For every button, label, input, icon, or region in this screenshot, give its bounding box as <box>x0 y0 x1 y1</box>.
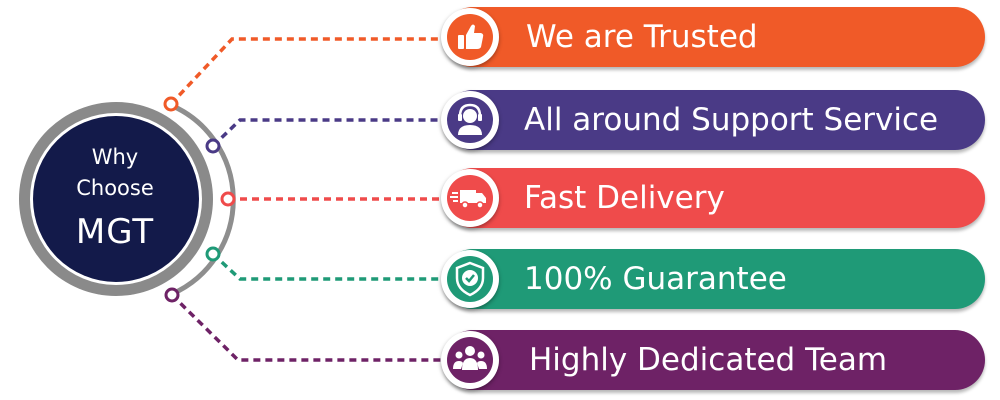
connector-line-5 <box>170 293 445 362</box>
shield-check-icon <box>455 261 485 297</box>
team-icon <box>453 346 487 370</box>
pill-dedicated-team: Highly Dedicated Team <box>443 330 985 390</box>
hub-text-mgt: MGT <box>75 212 155 252</box>
hub-text-choose: Choose <box>76 176 154 200</box>
pill-fast-delivery: Fast Delivery <box>443 168 985 228</box>
connector-dot-2 <box>205 138 221 154</box>
pill-label: Fast Delivery <box>524 180 725 216</box>
connector-line-1 <box>169 37 445 106</box>
connector-dot-3 <box>220 191 236 207</box>
hub-text-why: Why <box>91 145 139 169</box>
delivery-truck-icon <box>450 190 486 209</box>
icon-badge-guarantee <box>441 250 499 308</box>
pill-label: 100% Guarantee <box>524 261 787 297</box>
pill-label: We are Trusted <box>526 19 758 55</box>
connector-dot-4 <box>205 246 221 262</box>
icon-badge-support <box>441 91 499 149</box>
connector-dot-1 <box>163 96 179 112</box>
connector-dot-5 <box>164 287 180 303</box>
pill-label: All around Support Service <box>524 102 939 138</box>
pill-we-are-trusted: We are Trusted <box>443 7 985 67</box>
icon-badge-delivery <box>441 169 499 227</box>
icon-badge-trusted <box>441 8 499 66</box>
icon-badge-team <box>441 331 499 389</box>
pill-guarantee: 100% Guarantee <box>443 249 985 309</box>
pill-label: Highly Dedicated Team <box>529 342 888 378</box>
pill-support-service: All around Support Service <box>443 90 985 150</box>
connector-line-4 <box>211 252 445 281</box>
connector-line-2 <box>211 118 445 148</box>
thumbs-up-icon <box>458 24 484 49</box>
headset-support-icon <box>458 103 482 135</box>
